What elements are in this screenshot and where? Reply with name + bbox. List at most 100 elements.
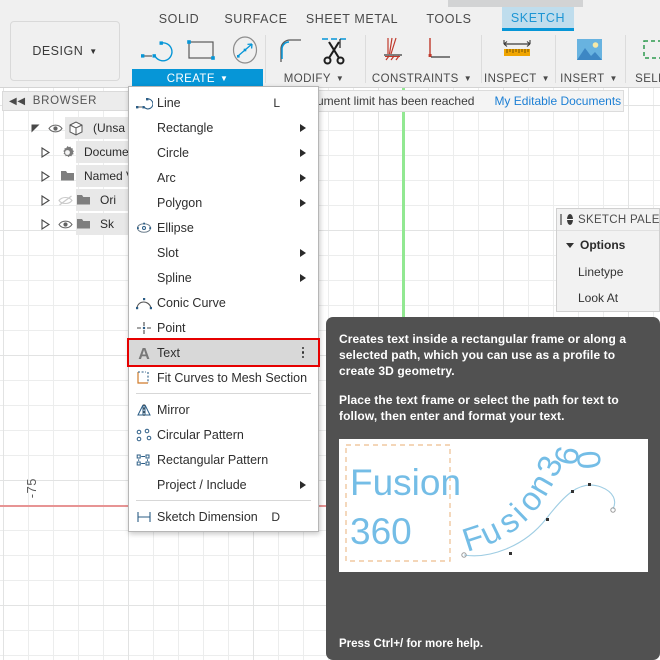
tab-solid[interactable]: SOLID [148, 7, 210, 31]
menu-item-label: Polygon [157, 195, 203, 210]
panel-select-label[interactable]: SELEC [625, 69, 660, 88]
command-tooltip: Creates text inside a rectangular frame … [326, 317, 660, 660]
menu-item-project-include[interactable]: Project / Include [129, 472, 318, 497]
create-dropdown-menu: Line L Rectangle Circle Arc Polygon Elli… [128, 86, 319, 532]
submenu-arrow-icon [300, 198, 306, 207]
empty-icon [133, 268, 155, 288]
vertical-constraint-icon[interactable] [417, 31, 461, 69]
collapse-left-icon[interactable]: ◀◀ [9, 96, 26, 107]
tree-item-label: Docume [84, 145, 129, 159]
constraints-icon[interactable] [373, 31, 417, 69]
menu-item-label: Ellipse [157, 220, 194, 235]
menu-item-label: Rectangular Pattern [157, 452, 269, 467]
menu-item-fit-curves-to-mesh-section[interactable]: Fit Curves to Mesh Section [129, 365, 318, 390]
design-workspace-button[interactable]: DESIGN ▼ [10, 21, 120, 81]
menu-item-ellipse[interactable]: Ellipse [129, 215, 318, 240]
menu-item-polygon[interactable]: Polygon [129, 190, 318, 215]
tab-sketch[interactable]: SKETCH [502, 7, 574, 31]
visibility-hidden-eye-icon[interactable] [58, 194, 73, 207]
menu-item-rectangular-pattern[interactable]: Rectangular Pattern [129, 447, 318, 472]
empty-icon [133, 193, 155, 213]
insert-image-icon[interactable] [567, 31, 611, 69]
tree-item-named-views[interactable]: Named V [0, 164, 135, 188]
fusion360-window: -75 -50 -25 SOLID SURFACE SHEET METAL TO… [0, 0, 660, 660]
visibility-eye-icon[interactable] [58, 218, 73, 231]
tree-item-sketches[interactable]: Sk [0, 212, 135, 236]
tab-tools[interactable]: TOOLS [412, 7, 486, 31]
tree-item-origin[interactable]: Ori [0, 188, 135, 212]
circular-pattern-icon [133, 425, 155, 445]
tooltip-paragraph-2: Place the text frame or select the path … [339, 393, 619, 423]
menu-item-text[interactable]: A Text [129, 340, 318, 365]
minimize-icon[interactable] [567, 214, 573, 225]
empty-icon [133, 243, 155, 263]
tab-surface[interactable]: SURFACE [218, 7, 294, 31]
menu-item-label: Circular Pattern [157, 427, 244, 442]
panel-insert: INSERT ▼ [555, 31, 623, 88]
empty-icon [133, 118, 155, 138]
measure-ruler-icon[interactable] [495, 31, 539, 69]
sketch-palette-header[interactable]: SKETCH PALETT [557, 209, 660, 231]
panel-inspect-label[interactable]: INSPECT ▼ [481, 69, 553, 88]
ellipse-icon [133, 218, 155, 238]
submenu-arrow-icon [300, 148, 306, 157]
menu-item-slot[interactable]: Slot [129, 240, 318, 265]
menu-item-arc[interactable]: Arc [129, 165, 318, 190]
menu-item-conic-curve[interactable]: Conic Curve [129, 290, 318, 315]
expand-triangle-icon[interactable] [30, 123, 41, 134]
menu-item-shortcut: L [273, 95, 280, 110]
panel-create: CREATE ▼ [132, 31, 263, 88]
tree-item-label: (Unsa [93, 121, 126, 135]
submenu-arrow-icon [300, 273, 306, 282]
menu-item-label: Rectangle [157, 120, 214, 135]
drag-grip-icon[interactable] [560, 214, 562, 225]
menu-item-label: Conic Curve [157, 295, 226, 310]
menu-item-line[interactable]: Line L [129, 90, 318, 115]
trim-scissors-icon[interactable] [313, 31, 357, 69]
chevron-down-icon: ▼ [335, 74, 345, 83]
select-marquee-icon[interactable] [633, 31, 660, 69]
panel-insert-label[interactable]: INSERT ▼ [555, 69, 623, 88]
ellipse-icon[interactable] [223, 31, 267, 69]
conic-curve-icon [133, 293, 155, 313]
menu-item-label: Mirror [157, 402, 190, 417]
rectangle-icon[interactable] [179, 31, 223, 69]
menu-item-circle[interactable]: Circle [129, 140, 318, 165]
menu-item-label: Spline [157, 270, 192, 285]
menu-item-label: Line [157, 95, 181, 110]
tree-item-document-settings[interactable]: Docume [0, 140, 135, 164]
menu-item-mirror[interactable]: Mirror [129, 397, 318, 422]
menu-item-circular-pattern[interactable]: Circular Pattern [129, 422, 318, 447]
svg-text:A: A [138, 346, 150, 361]
palette-item-look-at[interactable]: Look At [557, 285, 659, 311]
tree-item-root[interactable]: (Unsa [0, 116, 135, 140]
expand-triangle-icon[interactable] [40, 218, 51, 230]
line-arc-icon[interactable] [135, 31, 179, 69]
panel-create-icons [135, 31, 267, 69]
menu-item-label: Slot [157, 245, 179, 260]
panel-create-text: CREATE [166, 72, 215, 85]
menu-item-point[interactable]: Point [129, 315, 318, 340]
menu-item-shortcut: D [271, 509, 280, 524]
menu-item-label: Point [157, 320, 186, 335]
visibility-eye-icon[interactable] [48, 122, 63, 135]
palette-item-linetype[interactable]: Linetype [557, 259, 659, 285]
expand-triangle-icon[interactable] [40, 194, 51, 206]
menu-item-spline[interactable]: Spline [129, 265, 318, 290]
expand-triangle-icon[interactable] [40, 146, 51, 158]
text-a-icon: A [133, 343, 155, 363]
expand-triangle-icon[interactable] [40, 170, 51, 182]
menu-item-rectangle[interactable]: Rectangle [129, 115, 318, 140]
my-editable-documents-link[interactable]: My Editable Documents [484, 94, 631, 108]
palette-section-label: Options [580, 238, 626, 252]
palette-section-options[interactable]: Options [557, 231, 659, 259]
fit-curves-icon [133, 368, 155, 388]
tab-sheet-metal[interactable]: SHEET METAL [302, 7, 402, 31]
design-workspace-label: DESIGN [32, 44, 84, 58]
gear-icon [60, 145, 75, 160]
overflow-dots-icon[interactable] [301, 346, 304, 359]
panel-inspect-text: INSPECT [484, 72, 537, 85]
fillet-icon[interactable] [269, 31, 313, 69]
panel-constraints-label[interactable]: CONSTRAINTS ▼ [365, 69, 479, 88]
menu-item-sketch-dimension[interactable]: Sketch Dimension D [129, 504, 318, 529]
